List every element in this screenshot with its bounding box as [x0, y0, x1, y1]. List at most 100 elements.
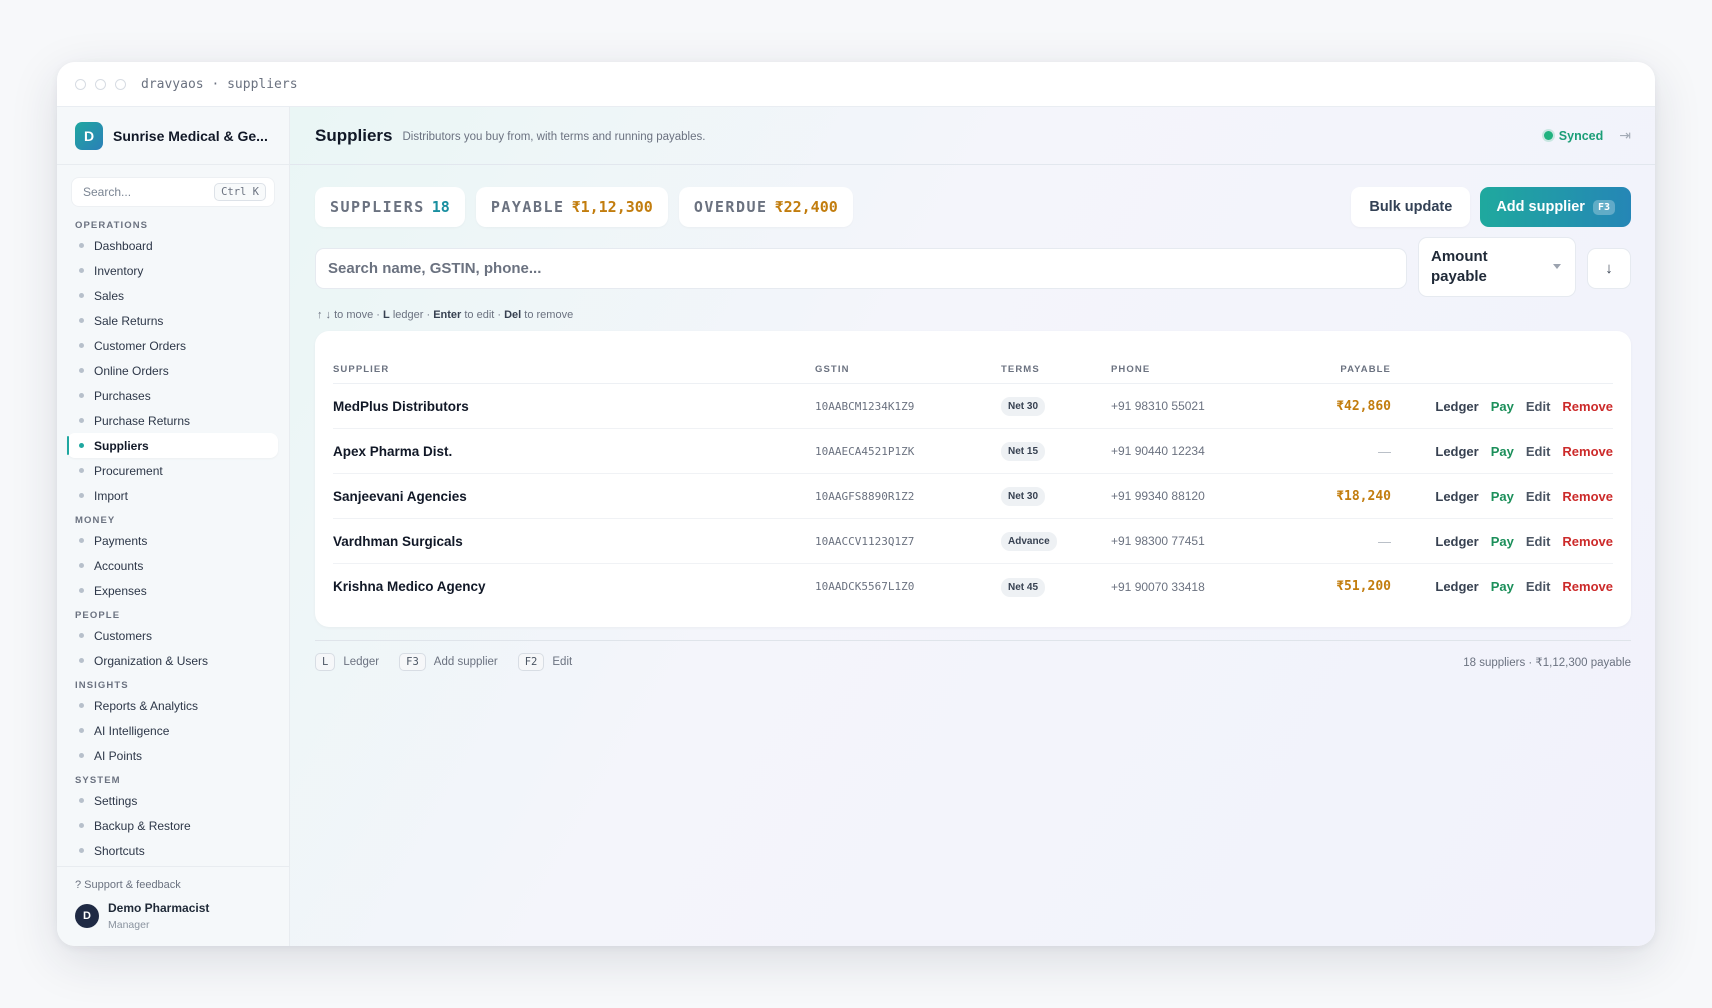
supplier-gstin: 10AAGFS8890R1Z2: [815, 489, 915, 503]
sidebar-item-online-orders[interactable]: Online Orders: [57, 358, 289, 383]
sidebar-item-dashboard[interactable]: Dashboard: [57, 233, 289, 258]
sidebar-item-purchases[interactable]: Purchases: [57, 383, 289, 408]
table-row[interactable]: Krishna Medico Agency 10AADCK5567L1Z0 Net …: [333, 564, 1613, 609]
column-header-gstin[interactable]: GSTIN: [815, 364, 1001, 375]
add-supplier-button[interactable]: Add supplier F3: [1480, 187, 1631, 227]
bullet-dot-icon: [79, 318, 84, 323]
bullet-dot-icon: [79, 703, 84, 708]
sidebar-item-label: Backup & Restore: [94, 818, 191, 833]
column-header-payable[interactable]: PAYABLE: [1261, 364, 1391, 375]
pay-button[interactable]: Pay: [1491, 534, 1514, 549]
support-link[interactable]: ? Support & feedback: [75, 879, 271, 891]
table-row[interactable]: MedPlus Distributors 10AABCM1234K1Z9 Net 3…: [333, 384, 1613, 429]
sidebar-footer: ? Support & feedback D Demo Pharmacist M…: [57, 866, 289, 946]
bullet-dot-icon: [79, 493, 84, 498]
bullet-dot-icon: [79, 468, 84, 473]
sidebar-item-label: Reports & Analytics: [94, 698, 199, 713]
supplier-gstin: 10AADCK5567L1Z0: [815, 580, 915, 593]
table-row[interactable]: Sanjeevani Agencies 10AAGFS8890R1Z2 Net 30…: [333, 474, 1613, 519]
sidebar-item-accounts[interactable]: Accounts: [57, 553, 289, 578]
sidebar-item-sale-returns[interactable]: Sale Returns: [57, 308, 289, 333]
ledger-button[interactable]: Ledger: [1435, 579, 1478, 594]
collapse-arrow-icon[interactable]: ⇥: [1619, 127, 1631, 144]
bullet-dot-icon: [79, 243, 84, 248]
suppliers-table: SUPPLIER GSTIN TERMS PHONE PAYABLE MedPl…: [315, 331, 1631, 627]
footer-shortcut-edit[interactable]: F2 Edit: [517, 653, 572, 671]
sidebar-item-label: Settings: [94, 793, 138, 808]
bullet-dot-icon: [79, 798, 84, 803]
sidebar-item-settings[interactable]: Settings: [57, 788, 289, 813]
remove-button[interactable]: Remove: [1562, 444, 1613, 459]
edit-button[interactable]: Edit: [1526, 579, 1551, 594]
terms-cell: Net 45: [1001, 577, 1111, 597]
pay-button[interactable]: Pay: [1491, 489, 1514, 504]
bullet-dot-icon: [79, 588, 84, 593]
pay-button[interactable]: Pay: [1491, 579, 1514, 594]
bullet-dot-icon: [79, 633, 84, 638]
sort-direction-button[interactable]: ↓: [1587, 248, 1631, 289]
sidebar-item-customer-orders[interactable]: Customer Orders: [57, 333, 289, 358]
sidebar-item-inventory[interactable]: Inventory: [57, 258, 289, 283]
window-minimize-dot[interactable]: [95, 78, 106, 90]
stat-chip-suppliers[interactable]: SUPPLIERS 18: [315, 187, 465, 227]
remove-button[interactable]: Remove: [1562, 534, 1613, 549]
supplier-phone: +91 98310 55021: [1111, 399, 1205, 413]
table-row[interactable]: Apex Pharma Dist. 10AAECA4521P1ZK Net 15 +9…: [333, 429, 1613, 474]
sort-field-select[interactable]: Amount payable: [1418, 237, 1576, 297]
table-row[interactable]: Vardhman Surgicals 10AACCV1123Q1Z7 Advance…: [333, 519, 1613, 564]
window-maximize-dot[interactable]: [115, 78, 126, 90]
remove-button[interactable]: Remove: [1562, 579, 1613, 594]
footer-shortcut-ledger[interactable]: L Ledger: [315, 653, 379, 671]
column-header-phone[interactable]: PHONE: [1111, 364, 1261, 375]
edit-button[interactable]: Edit: [1526, 489, 1551, 504]
terms-badge: Net 30: [1001, 397, 1046, 416]
edit-button[interactable]: Edit: [1526, 534, 1551, 549]
sidebar-nav: OPERATIONS Dashboard Inventory Sales Sale Re…: [57, 207, 289, 863]
sidebar-item-shortcuts[interactable]: Shortcuts: [57, 838, 289, 863]
ledger-button[interactable]: Ledger: [1435, 534, 1478, 549]
sidebar-item-reports-analytics[interactable]: Reports & Analytics: [57, 693, 289, 718]
pay-button[interactable]: Pay: [1491, 444, 1514, 459]
sidebar-item-backup-restore[interactable]: Backup & Restore: [57, 813, 289, 838]
window-close-dot[interactable]: [75, 78, 86, 90]
supplier-search-input[interactable]: Search name, GSTIN, phone...: [315, 248, 1407, 289]
supplier-name: Krishna Medico Agency: [333, 579, 486, 594]
user-profile[interactable]: D Demo Pharmacist Manager: [75, 901, 271, 931]
sidebar-item-label: AI Intelligence: [94, 723, 170, 738]
sync-status: Synced: [1543, 129, 1603, 143]
hint-key-enter: Enter: [433, 309, 462, 321]
sidebar-item-ai-points[interactable]: AI Points: [57, 743, 289, 768]
remove-button[interactable]: Remove: [1562, 489, 1613, 504]
ledger-button[interactable]: Ledger: [1435, 489, 1478, 504]
sidebar-item-payments[interactable]: Payments: [57, 528, 289, 553]
sidebar-item-suppliers[interactable]: Suppliers: [67, 433, 278, 458]
sidebar-item-procurement[interactable]: Procurement: [57, 458, 289, 483]
sidebar-search-input[interactable]: Search... Ctrl K: [71, 177, 275, 207]
page-header: Suppliers Distributors you buy from, wit…: [290, 107, 1655, 165]
supplier-payable: —: [1378, 443, 1391, 459]
ledger-button[interactable]: Ledger: [1435, 444, 1478, 459]
stat-chip-payable[interactable]: PAYABLE ₹1,12,300: [475, 187, 668, 227]
sidebar-item-organization-users[interactable]: Organization & Users: [57, 648, 289, 673]
column-header-supplier[interactable]: SUPPLIER: [333, 364, 815, 375]
terms-cell: Net 15: [1001, 441, 1111, 461]
sidebar-item-import[interactable]: Import: [57, 483, 289, 508]
column-header-terms[interactable]: TERMS: [1001, 364, 1111, 375]
sidebar-item-purchase-returns[interactable]: Purchase Returns: [57, 408, 289, 433]
sidebar-item-sales[interactable]: Sales: [57, 283, 289, 308]
shortcut-key: F3: [399, 653, 426, 671]
bulk-update-button[interactable]: Bulk update: [1351, 187, 1471, 227]
org-switcher[interactable]: D Sunrise Medical & Ge...: [57, 107, 289, 165]
footer-shortcut-add-supplier[interactable]: F3 Add supplier: [399, 653, 498, 671]
edit-button[interactable]: Edit: [1526, 399, 1551, 414]
sidebar-item-expenses[interactable]: Expenses: [57, 578, 289, 603]
terms-badge: Advance: [1001, 532, 1057, 551]
sidebar-item-ai-intelligence[interactable]: AI Intelligence: [57, 718, 289, 743]
edit-button[interactable]: Edit: [1526, 444, 1551, 459]
ledger-button[interactable]: Ledger: [1435, 399, 1478, 414]
pay-button[interactable]: Pay: [1491, 399, 1514, 414]
remove-button[interactable]: Remove: [1562, 399, 1613, 414]
stat-chip-overdue[interactable]: OVERDUE ₹22,400: [678, 187, 853, 227]
sidebar-item-customers[interactable]: Customers: [57, 623, 289, 648]
stat-label: OVERDUE: [693, 198, 768, 216]
